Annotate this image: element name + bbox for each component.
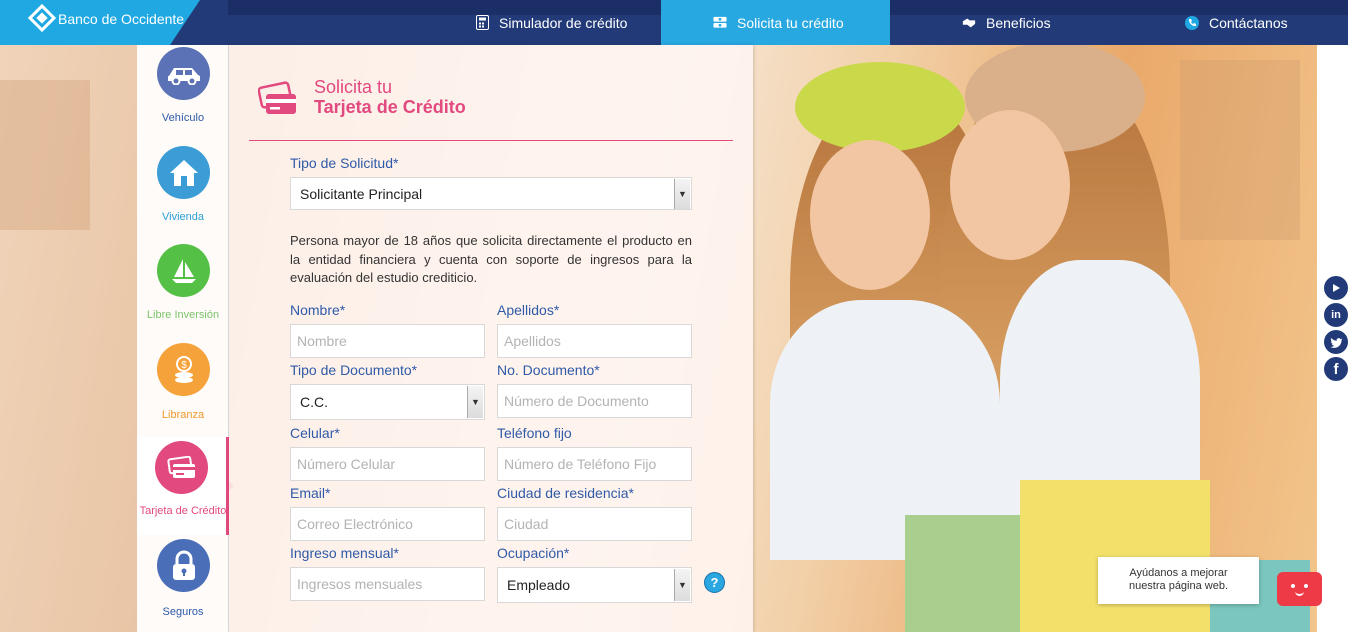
nombre-input[interactable] bbox=[290, 324, 485, 358]
selected-value: C.C. bbox=[300, 394, 328, 410]
help-icon[interactable]: ? bbox=[704, 572, 725, 593]
chevron-down-icon: ▼ bbox=[674, 179, 690, 209]
apellidos-label: Apellidos* bbox=[497, 302, 560, 318]
selected-value: Empleado bbox=[507, 577, 571, 593]
linkedin-icon[interactable]: in bbox=[1324, 303, 1348, 327]
bot-eye bbox=[1291, 584, 1295, 588]
svg-text:$: $ bbox=[181, 360, 187, 371]
bot-eye bbox=[1304, 584, 1308, 588]
solicitud-description: Persona mayor de 18 años que solicita di… bbox=[290, 233, 692, 285]
credit-card-icon bbox=[257, 80, 298, 125]
nav-simulador-credito[interactable]: Simulador de crédito bbox=[475, 0, 627, 45]
nav-beneficios[interactable]: Beneficios bbox=[962, 0, 1051, 45]
tipo-documento-label: Tipo de Documento* bbox=[290, 362, 418, 378]
sidebar-item-vivienda[interactable]: Vivienda bbox=[137, 143, 229, 241]
house-icon bbox=[157, 146, 210, 199]
nav-solicita-credito[interactable]: Solicita tu crédito bbox=[661, 0, 890, 45]
brand-name: Banco de Occidente bbox=[58, 11, 185, 27]
sidebar-item-label: Libranza bbox=[161, 409, 205, 421]
sidebar-item-seguros[interactable]: Seguros bbox=[137, 535, 229, 632]
tipo-documento-select[interactable]: C.C. ▼ bbox=[290, 384, 485, 420]
feedback-line1: Ayúdanos a mejorar bbox=[1129, 567, 1228, 579]
sidebar-item-label: Vehículo bbox=[161, 112, 205, 124]
money-icon bbox=[713, 16, 727, 30]
phone-icon bbox=[1185, 15, 1199, 30]
feedback-callout[interactable]: Ayúdanos a mejorar nuestra página web. bbox=[1098, 557, 1259, 604]
calculator-icon bbox=[475, 15, 489, 30]
product-sidebar: Vehículo Vivienda Libre Inversión $ Libr… bbox=[137, 45, 229, 632]
email-label: Email* bbox=[290, 485, 331, 501]
sidebar-item-label: Tarjeta de Crédito bbox=[139, 505, 227, 517]
sidebar-item-libre-inversion[interactable]: Libre Inversión bbox=[137, 241, 229, 339]
sidebar-item-label: Vivienda bbox=[162, 211, 204, 223]
coins-icon: $ bbox=[157, 343, 210, 396]
feedback-line2: nuestra página web. bbox=[1128, 580, 1229, 592]
apellidos-input[interactable] bbox=[497, 324, 692, 358]
ingreso-mensual-label: Ingreso mensual* bbox=[290, 545, 399, 561]
telefono-fijo-input[interactable] bbox=[497, 447, 692, 481]
nav-label: Beneficios bbox=[986, 14, 1051, 31]
youtube-icon[interactable] bbox=[1324, 276, 1348, 300]
handshake-icon bbox=[962, 16, 976, 30]
logo-diamond-icon bbox=[27, 3, 57, 33]
ingreso-mensual-input[interactable] bbox=[290, 567, 485, 601]
nombre-label: Nombre* bbox=[290, 302, 346, 318]
padlock-icon bbox=[157, 539, 210, 592]
chevron-down-icon: ▼ bbox=[467, 386, 483, 418]
tipo-solicitud-label: Tipo de Solicitud* bbox=[290, 155, 399, 171]
sidebar-item-libranza[interactable]: $ Libranza bbox=[137, 339, 229, 437]
email-input[interactable] bbox=[290, 507, 485, 541]
celular-label: Celular* bbox=[290, 425, 340, 441]
chevron-down-icon: ▼ bbox=[674, 569, 690, 601]
nav-contactanos[interactable]: Contáctanos bbox=[1185, 0, 1288, 45]
feedback-bot-icon[interactable] bbox=[1277, 572, 1322, 606]
no-documento-input[interactable] bbox=[497, 384, 692, 418]
tipo-solicitud-select[interactable]: Solicitante Principal ▼ bbox=[290, 177, 692, 210]
sidebar-item-label: Seguros bbox=[162, 606, 204, 618]
bot-mouth bbox=[1295, 591, 1304, 596]
twitter-icon[interactable] bbox=[1324, 330, 1348, 354]
selected-value: Solicitante Principal bbox=[300, 185, 423, 202]
telefono-fijo-label: Teléfono fijo bbox=[497, 425, 572, 441]
facebook-icon[interactable]: f bbox=[1324, 357, 1348, 381]
ciudad-label: Ciudad de residencia* bbox=[497, 485, 634, 501]
sidebar-item-vehiculo[interactable]: Vehículo bbox=[137, 45, 229, 143]
sidebar-item-tarjeta-credito[interactable]: Tarjeta de Crédito bbox=[137, 437, 229, 535]
form-title-line2: Tarjeta de Crédito bbox=[314, 97, 466, 117]
no-documento-label: No. Documento* bbox=[497, 362, 600, 378]
ciudad-input[interactable] bbox=[497, 507, 692, 541]
title-divider bbox=[249, 140, 733, 141]
ocupacion-select[interactable]: Empleado ▼ bbox=[497, 567, 692, 603]
nav-label: Contáctanos bbox=[1209, 14, 1288, 31]
ocupacion-label: Ocupación* bbox=[497, 545, 570, 561]
sailboat-icon bbox=[157, 244, 210, 297]
form-title-line1: Solicita tu bbox=[314, 77, 393, 97]
credit-card-icon bbox=[155, 441, 208, 494]
celular-input[interactable] bbox=[290, 447, 485, 481]
nav-label: Simulador de crédito bbox=[499, 14, 628, 31]
nav-label: Solicita tu crédito bbox=[737, 14, 844, 31]
sidebar-item-label: Libre Inversión bbox=[146, 309, 220, 321]
car-icon bbox=[157, 47, 210, 100]
